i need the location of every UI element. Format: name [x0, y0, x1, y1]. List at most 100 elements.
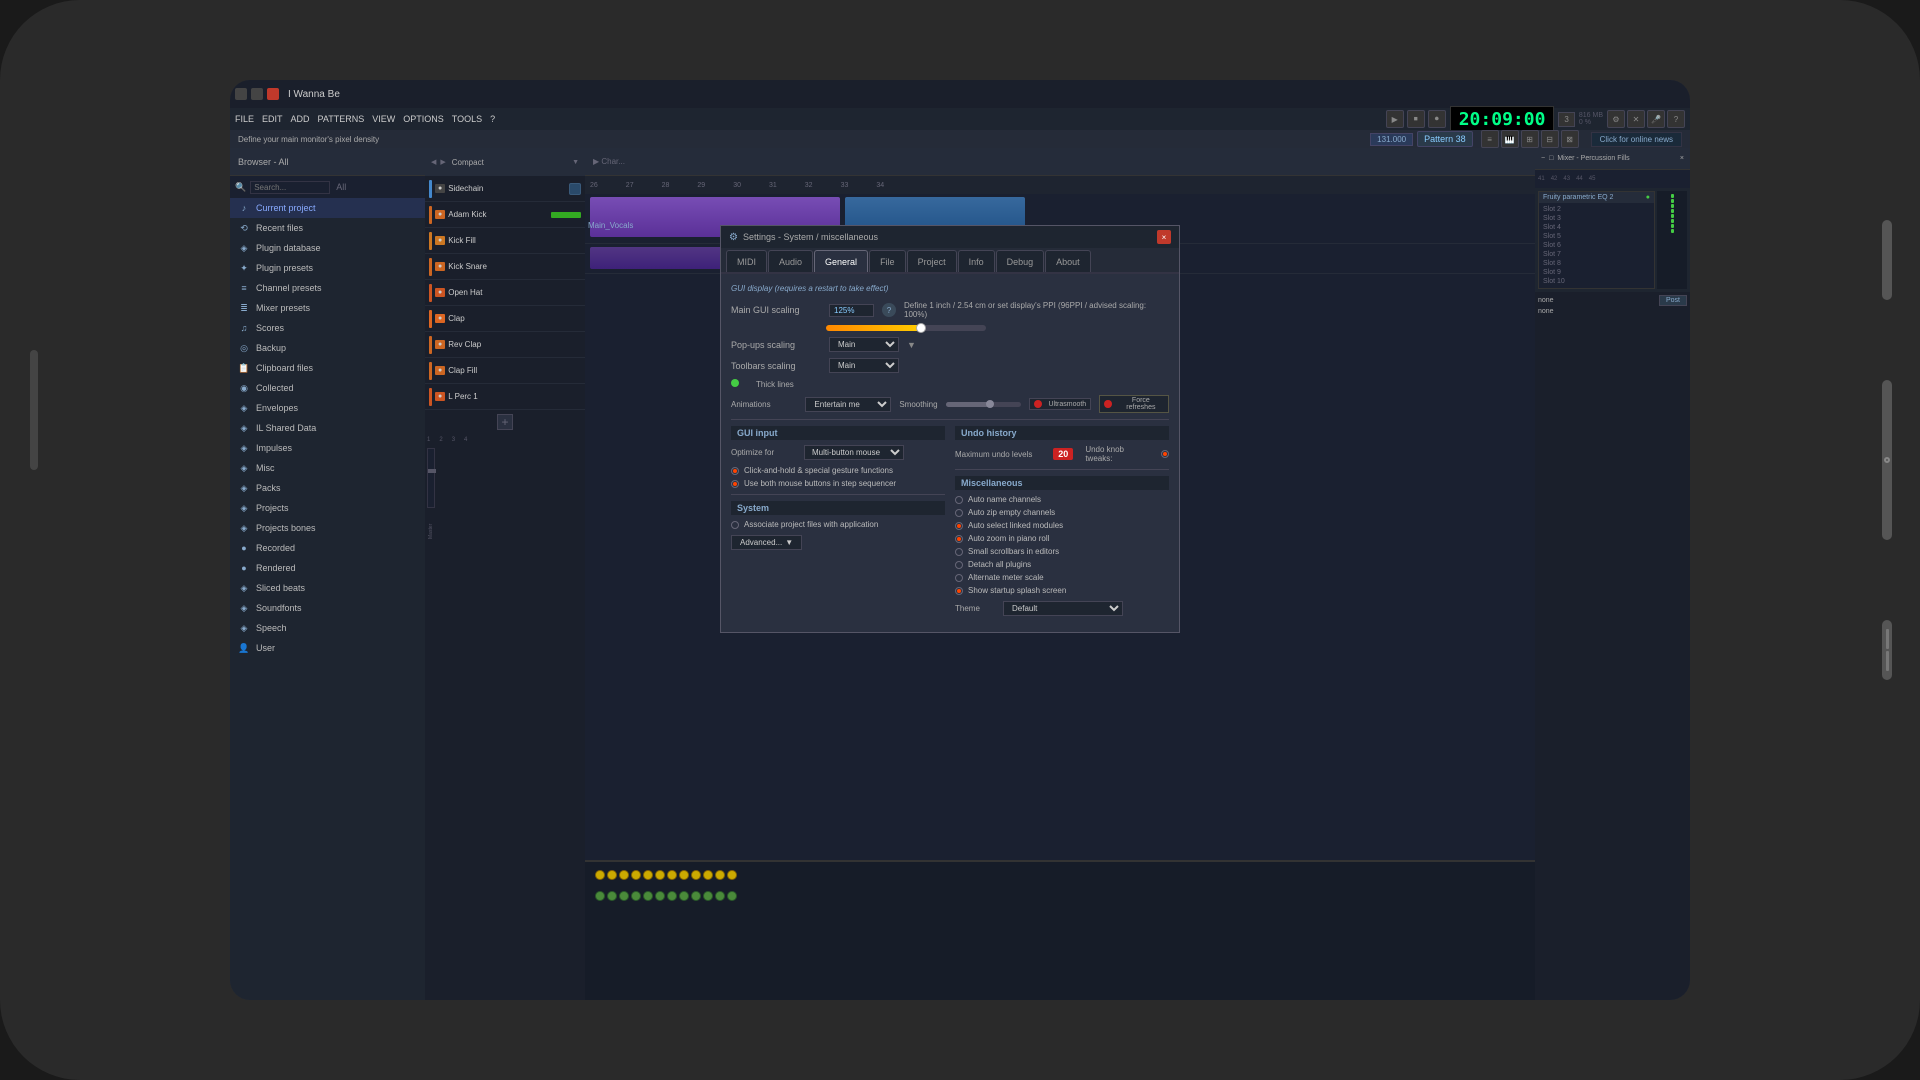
slot-7[interactable]: Slot 7	[1541, 250, 1652, 259]
seq-dot-1-2[interactable]	[607, 870, 617, 880]
menu-view[interactable]: VIEW	[372, 114, 395, 124]
auto-zoom-radio[interactable]	[955, 535, 963, 543]
ultrasmooth-btn[interactable]: Ultrasmooth	[1029, 398, 1091, 410]
tab-audio[interactable]: Audio	[768, 250, 813, 272]
menu-tools[interactable]: TOOLS	[452, 114, 482, 124]
menu-edit[interactable]: EDIT	[262, 114, 283, 124]
tb-icon-3[interactable]: ⏺	[1428, 110, 1446, 128]
sidebar-item-sliced-beats[interactable]: ◈ Sliced beats	[230, 578, 425, 598]
sidebar-item-soundfonts[interactable]: ◈ Soundfonts	[230, 598, 425, 618]
slot-4[interactable]: Slot 4	[1541, 223, 1652, 232]
sidebar-item-backup[interactable]: ◎ Backup	[230, 338, 425, 358]
animations-dropdown[interactable]: Entertain me	[805, 397, 891, 412]
seq-dot-2-3[interactable]	[619, 891, 629, 901]
tb-icon-2[interactable]: ⏹	[1407, 110, 1425, 128]
mixer-maximize-btn[interactable]: □	[1549, 155, 1553, 162]
seq-dot-1-11[interactable]	[715, 870, 725, 880]
force-refresh-btn[interactable]: Force refreshes	[1099, 395, 1169, 413]
window-maximize-btn[interactable]	[251, 88, 263, 100]
news-btn[interactable]: Click for online news	[1591, 132, 1682, 147]
mixer-minimize-btn[interactable]: −	[1541, 155, 1545, 162]
plugin-icon[interactable]: ⊠	[1561, 130, 1579, 148]
both-mouse-radio[interactable]	[731, 480, 739, 488]
power-button[interactable]	[1882, 220, 1892, 300]
tab-project[interactable]: Project	[907, 250, 957, 272]
sidebar-item-user[interactable]: 👤 User	[230, 638, 425, 658]
settings-icon[interactable]: ⚙	[1607, 110, 1625, 128]
seq-dot-2-6[interactable]	[655, 891, 665, 901]
sidebar-item-plugin-presets[interactable]: ✦ Plugin presets	[230, 258, 425, 278]
sidebar-item-mixer-presets[interactable]: ≣ Mixer presets	[230, 298, 425, 318]
sidechain-toggle-btn[interactable]: ●	[435, 184, 445, 193]
seq-dot-2-1[interactable]	[595, 891, 605, 901]
sidebar-item-current-project[interactable]: ♪ Current project	[230, 198, 425, 218]
question-icon[interactable]: ?	[1667, 110, 1685, 128]
add-channel-btn[interactable]: +	[497, 414, 513, 430]
seq-dot-1-9[interactable]	[691, 870, 701, 880]
mixer-close-btn[interactable]: ×	[1680, 155, 1684, 162]
auto-name-radio[interactable]	[955, 496, 963, 504]
sidebar-item-envelopes[interactable]: ◈ Envelopes	[230, 398, 425, 418]
ch-arrow-left[interactable]: ◀	[431, 158, 436, 166]
smoothing-slider[interactable]	[946, 402, 1022, 407]
step-icon[interactable]: ⊞	[1521, 130, 1539, 148]
tab-midi[interactable]: MIDI	[726, 250, 767, 272]
sidebar-item-channel-presets[interactable]: ≡ Channel presets	[230, 278, 425, 298]
sidebar-item-recorded[interactable]: ● Recorded	[230, 538, 425, 558]
master-fader-handle[interactable]	[428, 469, 436, 473]
all-filter[interactable]: All	[336, 182, 346, 192]
menu-file[interactable]: FILE	[235, 114, 254, 124]
adam-kick-toggle[interactable]: ●	[435, 210, 445, 219]
show-splash-radio[interactable]	[955, 587, 963, 595]
tab-info[interactable]: Info	[958, 250, 995, 272]
auto-select-radio[interactable]	[955, 522, 963, 530]
clap-fill-toggle[interactable]: ●	[435, 366, 445, 375]
slot-9[interactable]: Slot 9	[1541, 268, 1652, 277]
seq-dot-2-7[interactable]	[667, 891, 677, 901]
sidebar-item-recent-files[interactable]: ⟲ Recent files	[230, 218, 425, 238]
scaling-thumb[interactable]	[916, 323, 926, 333]
seq-dot-1-8[interactable]	[679, 870, 689, 880]
seq-dot-1-3[interactable]	[619, 870, 629, 880]
slot-10[interactable]: Slot 10	[1541, 277, 1652, 286]
sidebar-item-rendered[interactable]: ● Rendered	[230, 558, 425, 578]
sidebar-item-clipboard[interactable]: 📋 Clipboard files	[230, 358, 425, 378]
gui-scaling-help-btn[interactable]: ?	[882, 303, 896, 317]
seq-dot-2-11[interactable]	[715, 891, 725, 901]
undo-knob-radio[interactable]	[1161, 450, 1169, 458]
tab-debug[interactable]: Debug	[996, 250, 1045, 272]
sidebar-item-plugin-database[interactable]: ◈ Plugin database	[230, 238, 425, 258]
menu-patterns[interactable]: PATTERNS	[318, 114, 365, 124]
l-perc-toggle[interactable]: ●	[435, 392, 445, 401]
record-icon[interactable]: ✕	[1627, 110, 1645, 128]
dialog-close-btn[interactable]: ×	[1157, 230, 1171, 244]
slot-2[interactable]: Slot 2	[1541, 205, 1652, 214]
seq-dot-2-12[interactable]	[727, 891, 737, 901]
small-scrollbars-radio[interactable]	[955, 548, 963, 556]
slot-3[interactable]: Slot 3	[1541, 214, 1652, 223]
seq-dot-2-8[interactable]	[679, 891, 689, 901]
popups-scaling-dropdown[interactable]: Main	[829, 337, 899, 352]
tb-icon-1[interactable]: ▶	[1386, 110, 1404, 128]
menu-options[interactable]: OPTIONS	[403, 114, 444, 124]
home-button[interactable]	[1882, 380, 1892, 540]
optimize-for-dropdown[interactable]: Multi-button mouse	[804, 445, 904, 460]
scaling-slider-bar[interactable]	[826, 325, 986, 331]
slot-8[interactable]: Slot 8	[1541, 259, 1652, 268]
associate-files-radio[interactable]	[731, 521, 739, 529]
rev-clap-toggle[interactable]: ●	[435, 340, 445, 349]
kick-fill-toggle[interactable]: ●	[435, 236, 445, 245]
sidebar-item-packs[interactable]: ◈ Packs	[230, 478, 425, 498]
sidebar-item-collected[interactable]: ◉ Collected	[230, 378, 425, 398]
seq-dot-2-2[interactable]	[607, 891, 617, 901]
click-hold-radio[interactable]	[731, 467, 739, 475]
sidebar-item-scores[interactable]: ♫ Scores	[230, 318, 425, 338]
sidebar-item-misc[interactable]: ◈ Misc	[230, 458, 425, 478]
browser-icon[interactable]: ⊟	[1541, 130, 1559, 148]
auto-zip-radio[interactable]	[955, 509, 963, 517]
theme-dropdown[interactable]: Default	[1003, 601, 1123, 616]
seq-dot-2-9[interactable]	[691, 891, 701, 901]
open-hat-toggle[interactable]: ●	[435, 288, 445, 297]
seq-dot-2-5[interactable]	[643, 891, 653, 901]
seq-dot-1-1[interactable]	[595, 870, 605, 880]
